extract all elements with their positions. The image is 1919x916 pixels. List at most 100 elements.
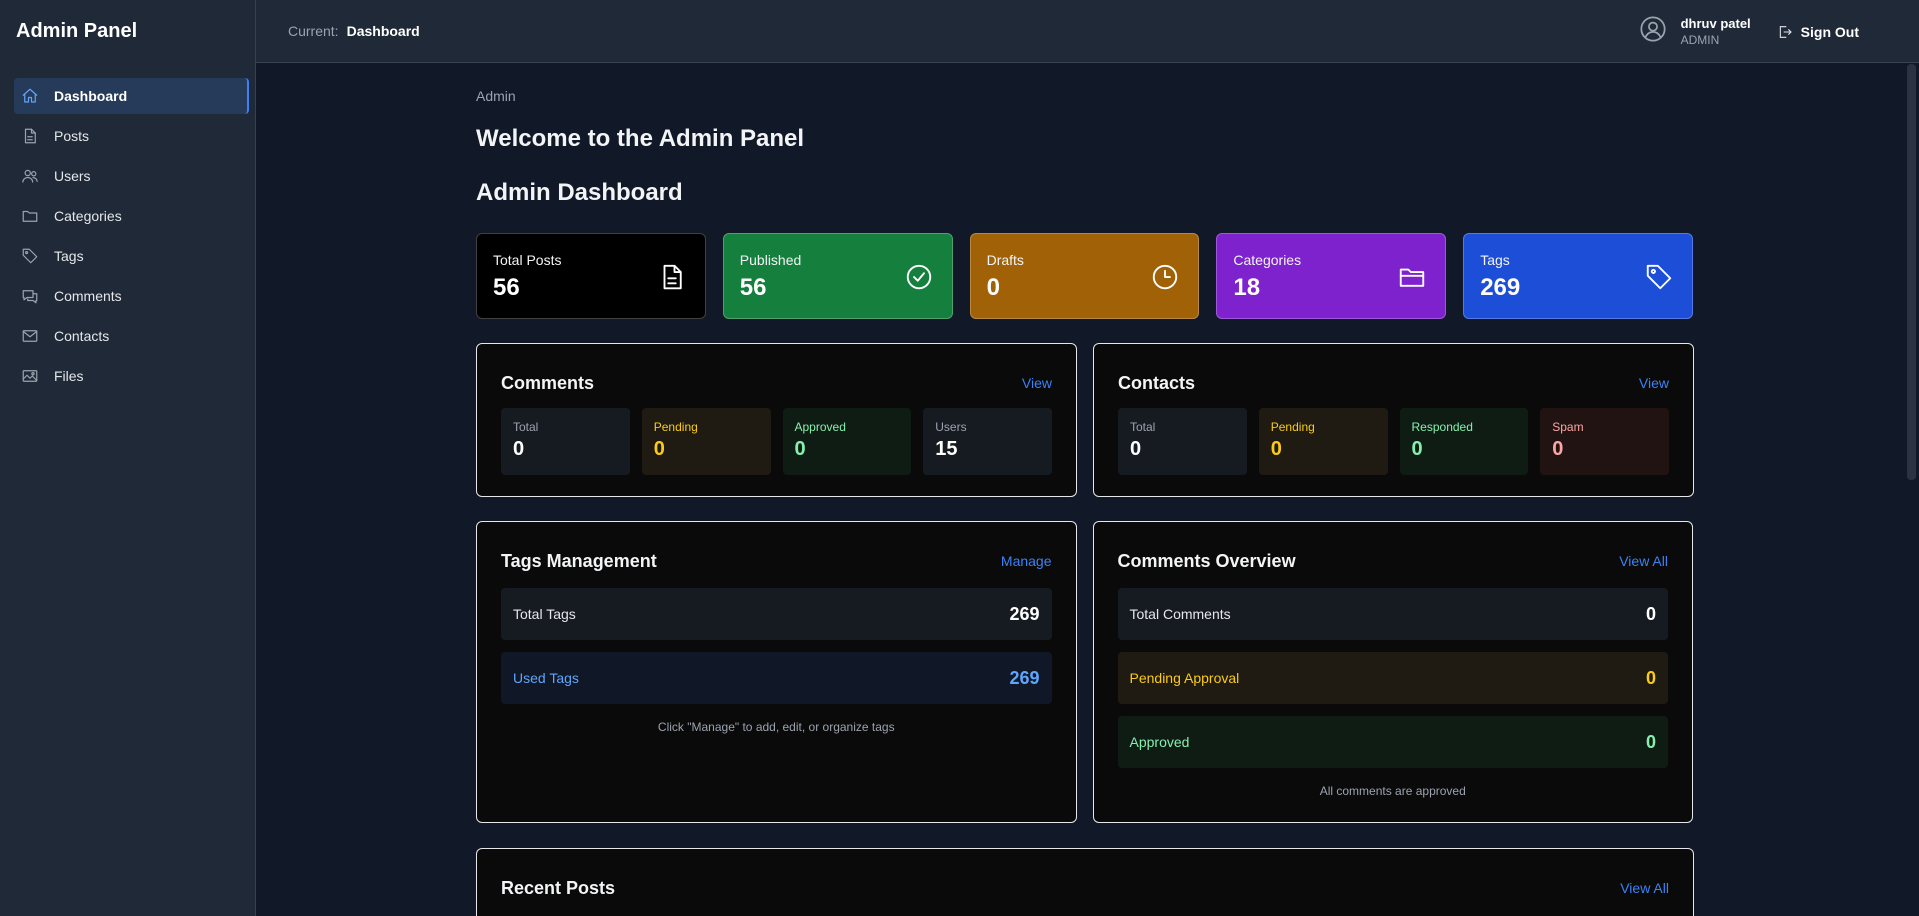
row-label: Pending Approval bbox=[1129, 670, 1240, 686]
row-label: Used Tags bbox=[513, 670, 579, 686]
row-label: Total Tags bbox=[513, 606, 576, 622]
mini-label: Spam bbox=[1552, 420, 1584, 434]
sidebar-item-posts[interactable]: Posts bbox=[14, 118, 249, 154]
row-value: 269 bbox=[1009, 603, 1040, 624]
check-circle-icon bbox=[904, 262, 936, 294]
sidebar-item-dashboard[interactable]: Dashboard bbox=[14, 78, 249, 114]
current-page: Dashboard bbox=[346, 23, 420, 39]
mini-value: 0 bbox=[1130, 438, 1142, 460]
mini-value: 15 bbox=[935, 438, 958, 460]
mini-value: 0 bbox=[794, 438, 806, 460]
contacts-spam-card: Spam 0 bbox=[1540, 408, 1669, 475]
row-value: 0 bbox=[1645, 731, 1656, 752]
contacts-pending-card: Pending 0 bbox=[1258, 408, 1388, 475]
row-value: 0 bbox=[1645, 603, 1656, 624]
folder-icon bbox=[1397, 262, 1429, 294]
page-title: Admin Dashboard bbox=[476, 179, 683, 206]
sidebar: Admin Panel Dashboard Posts Users Catego… bbox=[0, 0, 256, 916]
mini-value: 0 bbox=[653, 438, 665, 460]
current-label: Current: bbox=[288, 23, 339, 39]
comments-approved-card: Approved 0 bbox=[782, 408, 912, 475]
total-tags-row: Total Tags 269 bbox=[501, 588, 1052, 640]
stat-card-total-posts[interactable]: Total Posts 56 bbox=[476, 233, 706, 319]
stat-card-tags[interactable]: Tags 269 bbox=[1463, 233, 1693, 319]
total-comments-row: Total Comments 0 bbox=[1117, 588, 1668, 640]
mini-label: Approved bbox=[794, 420, 846, 434]
home-icon bbox=[20, 86, 40, 106]
sidebar-item-tags[interactable]: Tags bbox=[14, 238, 249, 274]
mini-value: 0 bbox=[1552, 438, 1564, 460]
panel-title: Comments bbox=[501, 372, 595, 393]
mini-value: 0 bbox=[1411, 438, 1423, 460]
tag-icon bbox=[1644, 262, 1676, 294]
comments-status-note: All comments are approved bbox=[1319, 784, 1466, 798]
chat-icon bbox=[20, 286, 40, 306]
summary-row: Comments View Total 0 Pending 0 Approved… bbox=[476, 343, 1694, 497]
sidebar-item-categories[interactable]: Categories bbox=[14, 198, 249, 234]
panel-title: Comments Overview bbox=[1117, 550, 1296, 571]
recent-posts-panel: Recent Posts View All bbox=[476, 848, 1694, 916]
sidebar-item-label: Files bbox=[54, 368, 84, 384]
mini-value: 0 bbox=[1270, 438, 1282, 460]
sidebar-item-label: Contacts bbox=[54, 328, 110, 344]
stat-card-published[interactable]: Published 56 bbox=[722, 233, 953, 319]
panel-title: Tags Management bbox=[501, 550, 657, 571]
row-label: Approved bbox=[1129, 734, 1190, 750]
contacts-responded-card: Responded 0 bbox=[1399, 408, 1529, 475]
document-icon bbox=[657, 262, 689, 294]
scrollbar-thumb[interactable] bbox=[1907, 64, 1916, 480]
pending-approval-row: Pending Approval 0 bbox=[1117, 652, 1668, 704]
tag-icon bbox=[20, 246, 40, 266]
sidebar-item-label: Comments bbox=[54, 288, 122, 304]
main-content: Admin Welcome to the Admin Panel Admin D… bbox=[476, 63, 1694, 916]
user-name: dhruv patel bbox=[1680, 15, 1751, 31]
row-label: Total Comments bbox=[1129, 606, 1231, 622]
sign-out-button[interactable]: Sign Out bbox=[1777, 24, 1859, 40]
breadcrumb: Admin bbox=[476, 88, 516, 104]
sidebar-item-comments[interactable]: Comments bbox=[14, 278, 249, 314]
user-avatar-icon[interactable] bbox=[1639, 15, 1667, 48]
tags-manage-link[interactable]: Manage bbox=[1001, 553, 1052, 569]
comments-view-link[interactable]: View bbox=[1022, 375, 1052, 391]
sidebar-nav: Dashboard Posts Users Categories Tags Co… bbox=[0, 62, 255, 394]
mini-label: Users bbox=[935, 420, 967, 434]
sign-out-icon bbox=[1779, 25, 1792, 38]
user-info: dhruv patel ADMIN bbox=[1681, 16, 1751, 48]
stats-row: Total Posts 56 Published 56 Drafts 0 Cat… bbox=[476, 233, 1693, 319]
user-area: dhruv patel ADMIN Sign Out bbox=[1639, 0, 1859, 63]
panel-title: Contacts bbox=[1118, 372, 1196, 393]
approved-row: Approved 0 bbox=[1117, 716, 1668, 768]
tags-help-note: Click "Manage" to add, edit, or organize… bbox=[657, 720, 895, 734]
comments-pending-card: Pending 0 bbox=[641, 408, 771, 475]
sidebar-item-label: Categories bbox=[54, 208, 122, 224]
contacts-view-link[interactable]: View bbox=[1639, 375, 1669, 391]
sidebar-item-users[interactable]: Users bbox=[14, 158, 249, 194]
used-tags-row: Used Tags 269 bbox=[501, 652, 1052, 704]
row-value: 269 bbox=[1009, 667, 1040, 688]
stat-card-categories[interactable]: Categories 18 bbox=[1216, 233, 1447, 319]
folder-icon bbox=[20, 206, 40, 226]
sidebar-item-label: Users bbox=[54, 168, 91, 184]
mini-label: Total bbox=[513, 420, 539, 434]
comments-panel: Comments View Total 0 Pending 0 Approved… bbox=[476, 343, 1077, 497]
sidebar-item-label: Tags bbox=[54, 248, 84, 264]
sign-out-label: Sign Out bbox=[1800, 23, 1859, 40]
comments-view-all-link[interactable]: View All bbox=[1619, 553, 1668, 569]
recent-posts-view-all-link[interactable]: View All bbox=[1620, 880, 1669, 896]
top-header: Current: Dashboard dhruv patel ADMIN Sig… bbox=[256, 0, 1919, 63]
comments-total-card: Total 0 bbox=[501, 408, 630, 475]
stat-card-drafts[interactable]: Drafts 0 bbox=[969, 233, 1200, 319]
panel-title: Recent Posts bbox=[501, 877, 616, 898]
comments-overview-panel: Comments Overview View All Total Comment… bbox=[1092, 521, 1693, 823]
document-icon bbox=[20, 126, 40, 146]
sidebar-item-files[interactable]: Files bbox=[14, 358, 249, 394]
welcome-heading: Welcome to the Admin Panel bbox=[476, 125, 805, 152]
row-value: 0 bbox=[1645, 667, 1656, 688]
clock-icon bbox=[1150, 262, 1182, 294]
contacts-total-card: Total 0 bbox=[1118, 408, 1247, 475]
mini-label: Pending bbox=[653, 420, 698, 434]
mini-value: 0 bbox=[513, 438, 525, 460]
mini-label: Total bbox=[1130, 420, 1156, 434]
sidebar-item-label: Dashboard bbox=[54, 88, 128, 104]
sidebar-item-contacts[interactable]: Contacts bbox=[14, 318, 249, 354]
